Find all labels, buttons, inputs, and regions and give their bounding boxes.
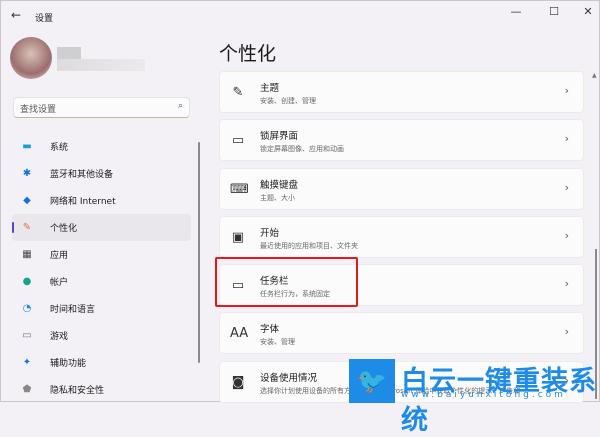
email-blurred (57, 59, 145, 71)
sidebar-icon: ⬟ (22, 384, 32, 395)
chevron-right-icon: › (564, 132, 569, 146)
sidebar-item-label: 系统 (50, 143, 69, 153)
back-button[interactable]: ← (11, 8, 21, 22)
card-title: 锁屏界面 (260, 131, 299, 143)
watermark-url: www.baiyunxitong.com (401, 390, 566, 400)
search-placeholder: 查找设置 (20, 105, 57, 115)
sidebar-item[interactable]: ⬟ 隐私和安全性 (12, 376, 191, 403)
app-title: 设置 (35, 14, 54, 24)
sidebar-icon: ▬ (22, 141, 32, 152)
sidebar-item[interactable]: ● 帐户 (12, 268, 191, 295)
sidebar-item[interactable]: ▦ 应用 (12, 241, 191, 268)
title-bar: ← 设置 — ☐ ✕ (1, 1, 599, 31)
settings-card[interactable]: ⌨ 触摸键盘主题、大小 › (219, 167, 584, 210)
sidebar-item[interactable]: ◆ 网络和 Internet (12, 187, 191, 214)
card-icon: AA (230, 326, 249, 342)
sidebar-item-label: 蓝牙和其他设备 (50, 170, 114, 180)
sidebar-icon: ▭ (22, 330, 32, 341)
sidebar-item-label: 网络和 Internet (50, 197, 116, 207)
sidebar-item[interactable]: ▭ 游戏 (12, 322, 191, 349)
settings-card[interactable]: ✎ 主题安装、创建、管理 › (219, 71, 584, 113)
card-title: 主题 (260, 83, 280, 94)
card-subtitle: 主题、大小 (260, 193, 295, 202)
chevron-right-icon: › (564, 325, 569, 339)
sidebar-icon: ▦ (22, 249, 32, 260)
card-title: 触摸键盘 (260, 179, 299, 191)
scroll-up-arrow[interactable]: ▲ (592, 72, 597, 79)
card-title: 字体 (260, 324, 280, 336)
sidebar-icon: ● (22, 276, 32, 287)
maximize-button[interactable]: ☐ (544, 5, 564, 18)
chevron-right-icon: › (564, 277, 569, 291)
sidebar-item-label: 游戏 (50, 332, 69, 342)
sidebar-item-label: 隐私和安全性 (50, 386, 105, 396)
card-subtitle: 安装、管理 (260, 338, 295, 347)
sidebar-icon: ✱ (22, 168, 32, 179)
card-icon: ⌨ (230, 181, 249, 197)
watermark-logo-icon: 🐦 (349, 359, 395, 403)
username-blurred (57, 47, 81, 59)
card-title: 设备使用情况 (260, 372, 318, 384)
card-icon: ▣ (231, 229, 245, 245)
search-input[interactable]: 查找设置 ⌕ (13, 97, 190, 118)
minimize-button[interactable]: — (506, 5, 526, 18)
chevron-right-icon: › (564, 180, 569, 194)
card-subtitle: 锁定屏幕图像、应用和动画 (260, 145, 344, 154)
card-subtitle: 最近使用的应用和项目、文件夹 (260, 241, 358, 250)
sidebar-item[interactable]: ✱ 蓝牙和其他设备 (12, 160, 191, 187)
sidebar-item-label: 应用 (50, 251, 69, 261)
settings-card[interactable]: ▣ 开始最近使用的应用和项目、文件夹 › (219, 215, 584, 258)
sidebar-item-label: 帐户 (50, 278, 69, 288)
sidebar-icon: ◔ (22, 303, 32, 314)
card-icon: ✎ (232, 85, 244, 100)
highlight-box (215, 257, 358, 307)
card-icon: ▭ (231, 133, 245, 149)
card-icon: ◙ (231, 374, 245, 390)
avatar[interactable] (10, 37, 52, 79)
settings-card[interactable]: ▭ 锁屏界面锁定屏幕图像、应用和动画 › (219, 119, 584, 162)
sidebar-item-label: 时间和语言 (50, 305, 96, 315)
sidebar-item[interactable]: ✎ 个性化 (12, 214, 191, 241)
chevron-right-icon: › (564, 84, 569, 97)
sidebar-item[interactable]: ▬ 系统 (12, 133, 191, 160)
sidebar-icon: ✦ (22, 357, 32, 368)
sidebar-icon: ◆ (23, 195, 31, 206)
sidebar-item-label: 辅助功能 (50, 359, 87, 369)
settings-card[interactable]: AA 字体安装、管理 › (219, 312, 584, 355)
search-icon: ⌕ (177, 101, 183, 111)
sidebar-item[interactable]: ✦ 辅助功能 (12, 349, 191, 376)
sidebar-scrollbar[interactable] (198, 142, 200, 363)
sidebar-item-label: 个性化 (50, 224, 78, 234)
card-subtitle: 安装、创建、管理 (260, 97, 316, 105)
sidebar-icon: ✎ (22, 222, 32, 233)
sidebar-item[interactable]: ◔ 时间和语言 (12, 295, 191, 322)
sidebar-nav: ▬ 系统 ✱ 蓝牙和其他设备 ◆ 网络和 Internet ✎ 个性化 ▦ 应用 ● 帐户 ◔ 时间和语言… (12, 133, 191, 403)
close-button[interactable]: ✕ (578, 5, 598, 18)
card-title: 开始 (260, 227, 280, 239)
chevron-right-icon: › (564, 228, 569, 242)
page-title: 个性化 (219, 43, 277, 65)
